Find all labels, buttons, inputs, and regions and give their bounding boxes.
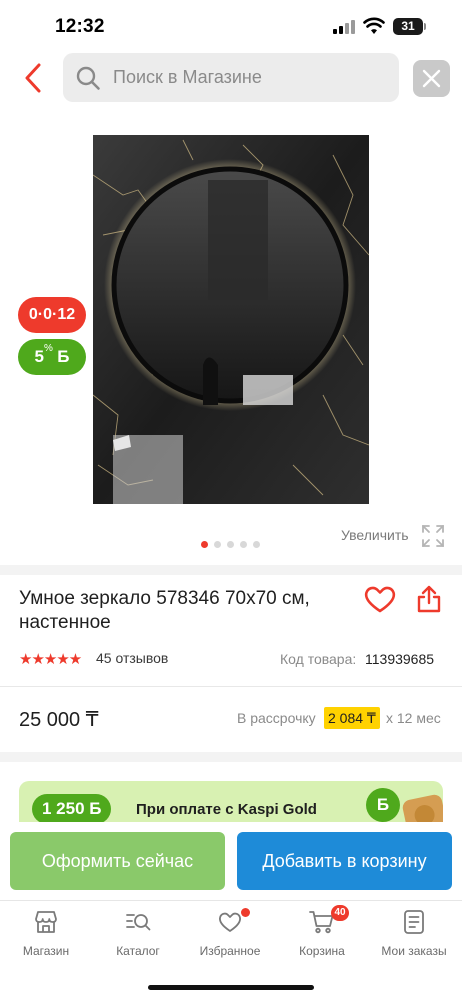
battery-level: 31	[393, 18, 423, 35]
product-image[interactable]	[93, 135, 369, 504]
product-code-label: Код товара:	[280, 651, 357, 667]
section-divider	[0, 752, 462, 762]
divider	[0, 686, 462, 687]
signal-icon	[333, 20, 355, 34]
tab-label: Каталог	[116, 944, 160, 958]
gallery-dot[interactable]	[240, 541, 247, 548]
cart-count-badge: 40	[331, 905, 349, 921]
mirror-photo	[93, 135, 369, 504]
catalog-search-icon	[126, 914, 151, 931]
reviews-link[interactable]: 45 отзывов	[96, 650, 168, 666]
installment-amount: 2 084 ₸	[324, 707, 380, 729]
status-time: 12:32	[55, 16, 105, 37]
back-chevron-icon[interactable]	[18, 60, 50, 96]
add-to-cart-button[interactable]: Добавить в корзину	[237, 832, 452, 890]
section-divider	[0, 565, 462, 575]
bonus-currency: Б	[57, 347, 70, 366]
tab-cart[interactable]: 40 Корзина	[276, 905, 368, 965]
heart-icon	[219, 912, 241, 932]
close-icon	[422, 69, 441, 88]
search-icon	[76, 66, 100, 90]
tab-favorites[interactable]: Избранное	[184, 908, 276, 965]
search-input[interactable]: Поиск в Магазине	[63, 53, 399, 102]
price: 25 000 ₸	[19, 709, 99, 731]
battery-icon: 31	[393, 18, 427, 35]
tab-label: Корзина	[299, 944, 345, 958]
tab-catalog[interactable]: Каталог	[92, 909, 184, 965]
kaspi-gold-text: При оплате с Kaspi Gold	[136, 801, 317, 818]
bonus-badge: 5% Б	[18, 339, 86, 375]
installment-term: x 12 мес	[386, 710, 441, 726]
gallery-dot[interactable]	[227, 541, 234, 548]
checkout-button[interactable]: Оформить сейчас	[10, 832, 225, 890]
zoom-label[interactable]: Увеличить	[341, 527, 409, 543]
wifi-icon	[363, 17, 385, 34]
tab-orders[interactable]: Мои заказы	[368, 909, 460, 965]
gallery-dot[interactable]	[253, 541, 260, 548]
gallery-dot[interactable]	[214, 541, 221, 548]
tab-label: Мои заказы	[381, 944, 447, 958]
gallery-dot[interactable]	[201, 541, 208, 548]
close-button[interactable]	[413, 60, 450, 97]
expand-icon[interactable]	[421, 524, 445, 548]
home-indicator	[148, 985, 314, 990]
installment-badge: 0·0·12	[18, 297, 86, 333]
tab-label: Магазин	[22, 944, 70, 958]
bonus-percent: 5	[34, 347, 44, 366]
bonus-coin-icon: Б	[366, 788, 400, 822]
heart-icon[interactable]	[363, 584, 397, 614]
favorites-indicator	[241, 908, 250, 917]
rating-stars: ★★★★★	[19, 651, 82, 668]
orders-icon	[404, 910, 424, 934]
search-placeholder: Поиск в Магазине	[113, 67, 262, 87]
tab-store[interactable]: Магазин	[0, 909, 92, 965]
installment-label: В рассрочку	[237, 710, 316, 726]
product-code: 113939685	[365, 651, 435, 667]
store-icon	[35, 911, 57, 933]
status-bar: 12:32 31	[0, 0, 462, 52]
product-title: Умное зеркало 578346 70x70 см, настенное	[19, 588, 310, 633]
action-bar: Оформить сейчас Добавить в корзину	[0, 822, 462, 900]
share-icon[interactable]	[415, 584, 443, 614]
kaspi-gold-bonus: 1 250 Б	[32, 794, 112, 824]
bonus-percent-sign: %	[43, 343, 53, 354]
tab-label: Избранное	[199, 944, 261, 958]
